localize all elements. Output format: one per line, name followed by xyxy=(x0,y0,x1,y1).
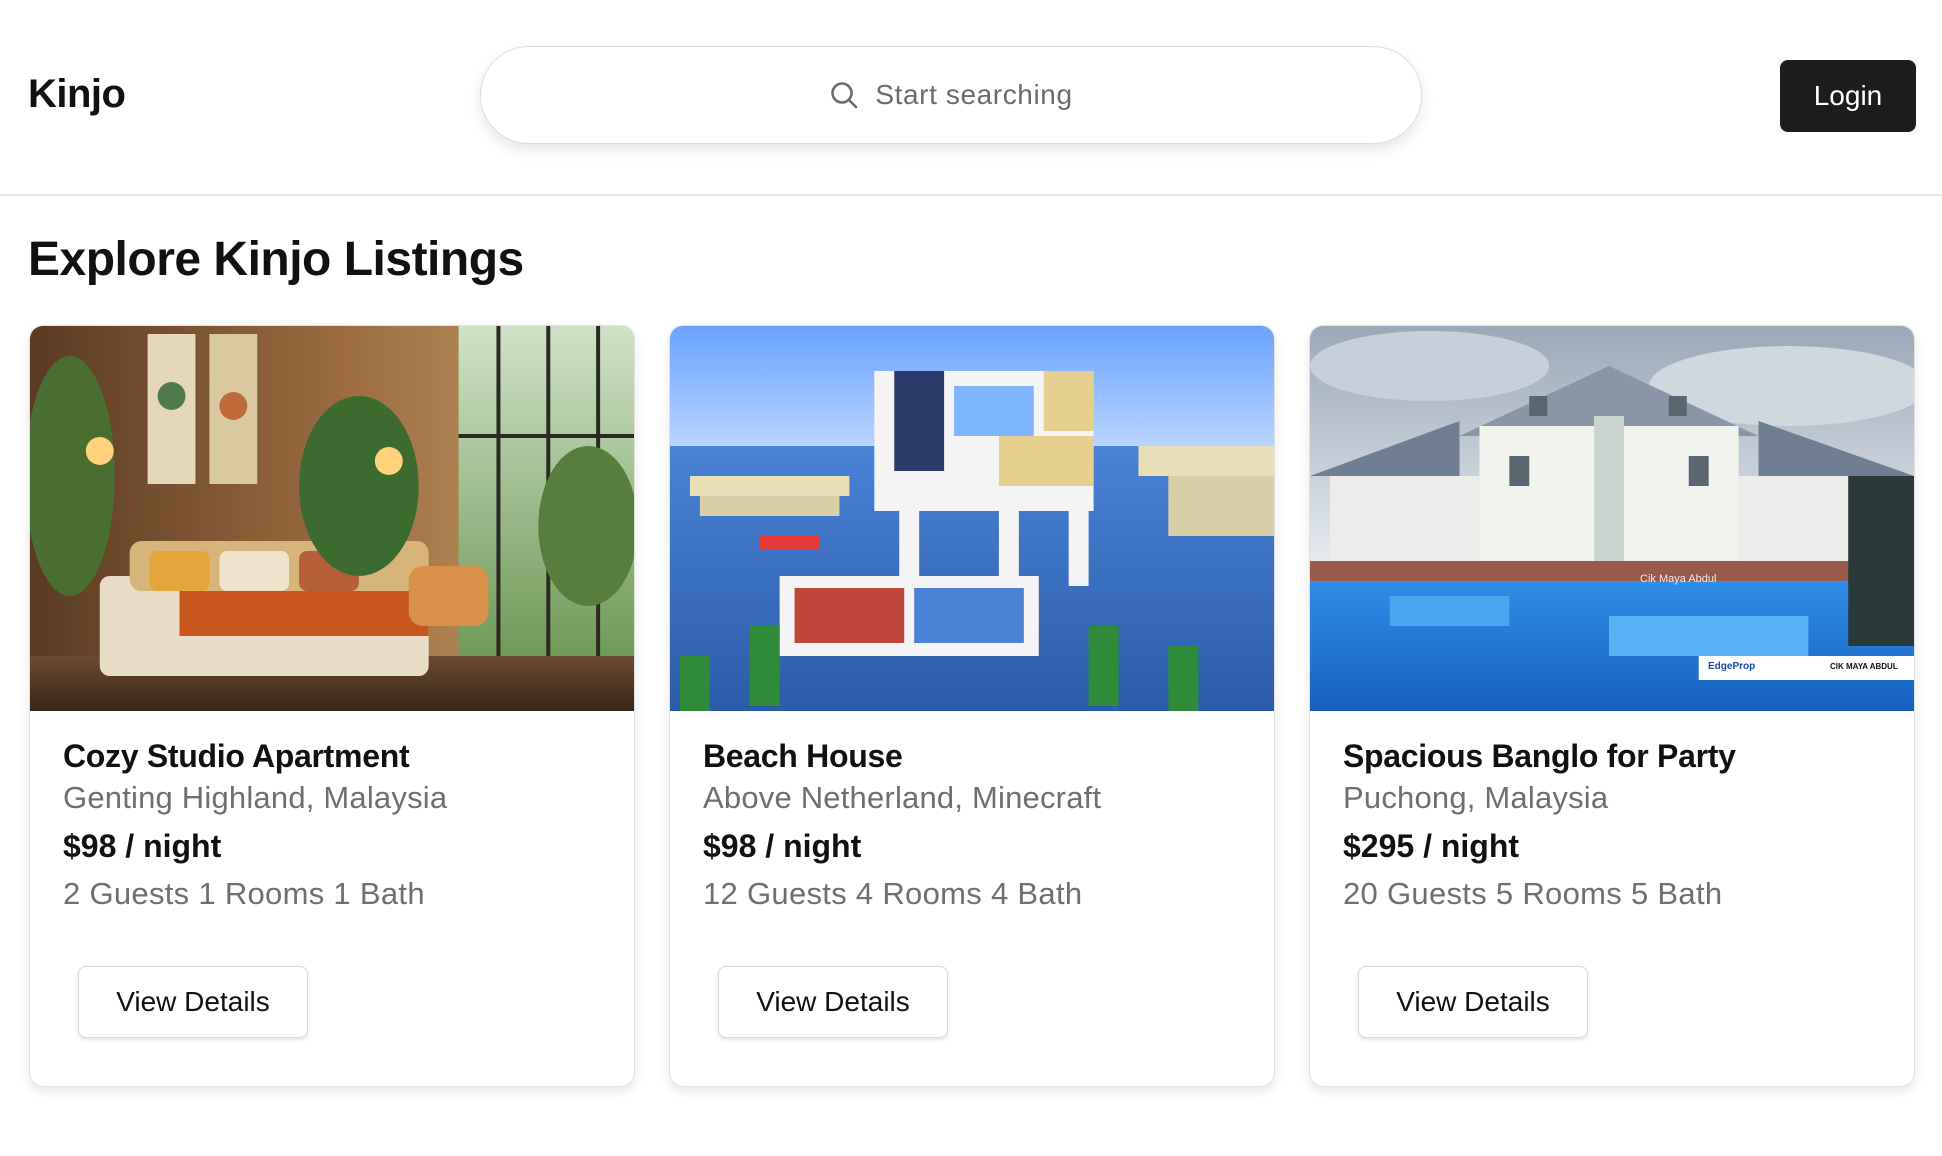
top-header: Kinjo Start searching Login xyxy=(0,0,1942,196)
view-details-button[interactable]: View Details xyxy=(78,966,308,1038)
listing-location: Above Netherland, Minecraft xyxy=(703,780,1102,815)
listing-price: $295 / night xyxy=(1343,828,1520,864)
listing-price: $98 / night xyxy=(703,828,862,864)
search-placeholder: Start searching xyxy=(875,79,1073,110)
photo-credit: Cik Maya Abdul xyxy=(1640,573,1717,585)
listing-title: Spacious Banglo for Party xyxy=(1343,738,1736,774)
search-icon xyxy=(829,80,859,110)
listing-card[interactable]: Beach House Above Netherland, Minecraft … xyxy=(669,325,1275,1087)
search-bar[interactable]: Start searching xyxy=(480,46,1422,144)
listing-card[interactable]: Cik Maya Abdul EdgeProp CIK MAYA ABDUL S… xyxy=(1309,325,1915,1087)
watermark-credit: CIK MAYA ABDUL xyxy=(1830,662,1898,671)
listing-info: Beach House Above Netherland, Minecraft … xyxy=(703,738,1254,912)
page-title: Explore Kinjo Listings xyxy=(28,233,524,286)
listing-price: $98 / night xyxy=(63,828,222,864)
listing-location: Puchong, Malaysia xyxy=(1343,780,1609,815)
listing-card[interactable]: Cozy Studio Apartment Genting Highland, … xyxy=(29,325,635,1087)
login-button[interactable]: Login xyxy=(1780,60,1916,132)
listing-photo-beach-house[interactable] xyxy=(670,326,1274,711)
listing-photo-bedroom[interactable] xyxy=(30,326,634,711)
listing-specs: 20 Guests 5 Rooms 5 Bath xyxy=(1343,876,1723,911)
listing-info: Cozy Studio Apartment Genting Highland, … xyxy=(63,738,614,912)
listing-title: Cozy Studio Apartment xyxy=(63,738,410,774)
view-details-button[interactable]: View Details xyxy=(1358,966,1588,1038)
listing-specs: 2 Guests 1 Rooms 1 Bath xyxy=(63,876,425,911)
listing-location: Genting Highland, Malaysia xyxy=(63,780,448,815)
listing-photo-bungalow[interactable]: Cik Maya Abdul EdgeProp CIK MAYA ABDUL xyxy=(1310,326,1914,711)
listing-title: Beach House xyxy=(703,738,903,774)
site-logo[interactable]: Kinjo xyxy=(28,72,126,117)
listing-specs: 12 Guests 4 Rooms 4 Bath xyxy=(703,876,1083,911)
watermark-brand: EdgeProp xyxy=(1708,661,1756,672)
listing-info: Spacious Banglo for Party Puchong, Malay… xyxy=(1343,738,1894,912)
view-details-button[interactable]: View Details xyxy=(718,966,948,1038)
